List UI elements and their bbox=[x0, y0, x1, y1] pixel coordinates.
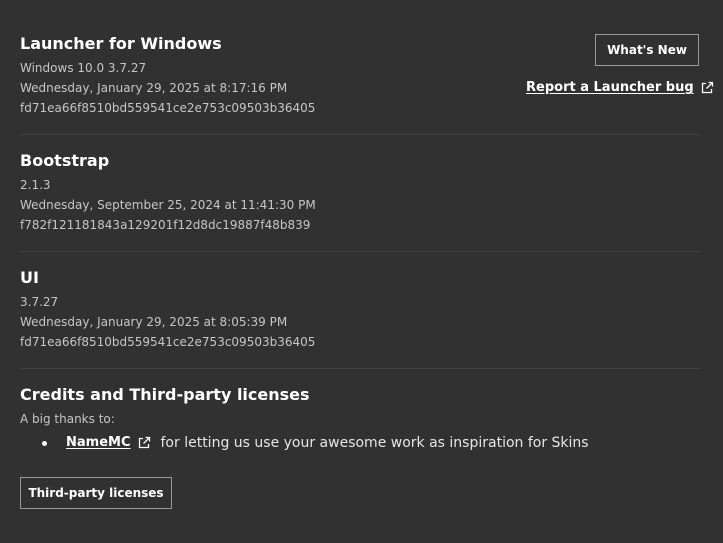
ui-title: UI bbox=[20, 268, 39, 287]
bootstrap-version: 2.1.3 bbox=[20, 178, 51, 192]
bootstrap-hash: f782f121181843a129201f12d8dc19887f48b839 bbox=[20, 218, 311, 232]
whats-new-button[interactable]: What's New bbox=[595, 34, 699, 66]
namemc-link[interactable]: NameMC bbox=[66, 433, 151, 453]
namemc-link-label: NameMC bbox=[66, 435, 131, 450]
ui-date: Wednesday, January 29, 2025 at 8:05:39 P… bbox=[20, 315, 288, 329]
launcher-hash: fd71ea66f8510bd559541ce2e753c09503b36405 bbox=[20, 101, 316, 115]
section-divider bbox=[20, 368, 700, 369]
report-launcher-bug-link[interactable]: Report a Launcher bug bbox=[526, 80, 714, 95]
bootstrap-title: Bootstrap bbox=[20, 151, 110, 170]
external-link-icon bbox=[137, 436, 151, 450]
ui-version: 3.7.27 bbox=[20, 295, 59, 309]
ui-section: UI 3.7.27 Wednesday, January 29, 2025 at… bbox=[20, 268, 700, 352]
credits-thanks: A big thanks to: bbox=[20, 412, 115, 426]
credits-title: Credits and Third-party licenses bbox=[20, 385, 310, 404]
section-divider bbox=[20, 134, 700, 135]
list-item: NameMC for letting us use your awesome w… bbox=[42, 433, 589, 453]
ui-hash: fd71ea66f8510bd559541ce2e753c09503b36405 bbox=[20, 335, 316, 349]
bootstrap-date: Wednesday, September 25, 2024 at 11:41:3… bbox=[20, 198, 316, 212]
bootstrap-section: Bootstrap 2.1.3 Wednesday, September 25,… bbox=[20, 151, 700, 235]
section-divider bbox=[20, 251, 700, 252]
external-link-icon bbox=[700, 81, 714, 95]
bullet-icon bbox=[42, 440, 47, 446]
third-party-licenses-button[interactable]: Third-party licenses bbox=[20, 477, 172, 509]
namemc-credit-text: for letting us use your awesome work as … bbox=[160, 435, 589, 451]
report-launcher-bug-label: Report a Launcher bug bbox=[526, 80, 694, 95]
credits-section: Credits and Third-party licenses A big t… bbox=[20, 385, 700, 429]
